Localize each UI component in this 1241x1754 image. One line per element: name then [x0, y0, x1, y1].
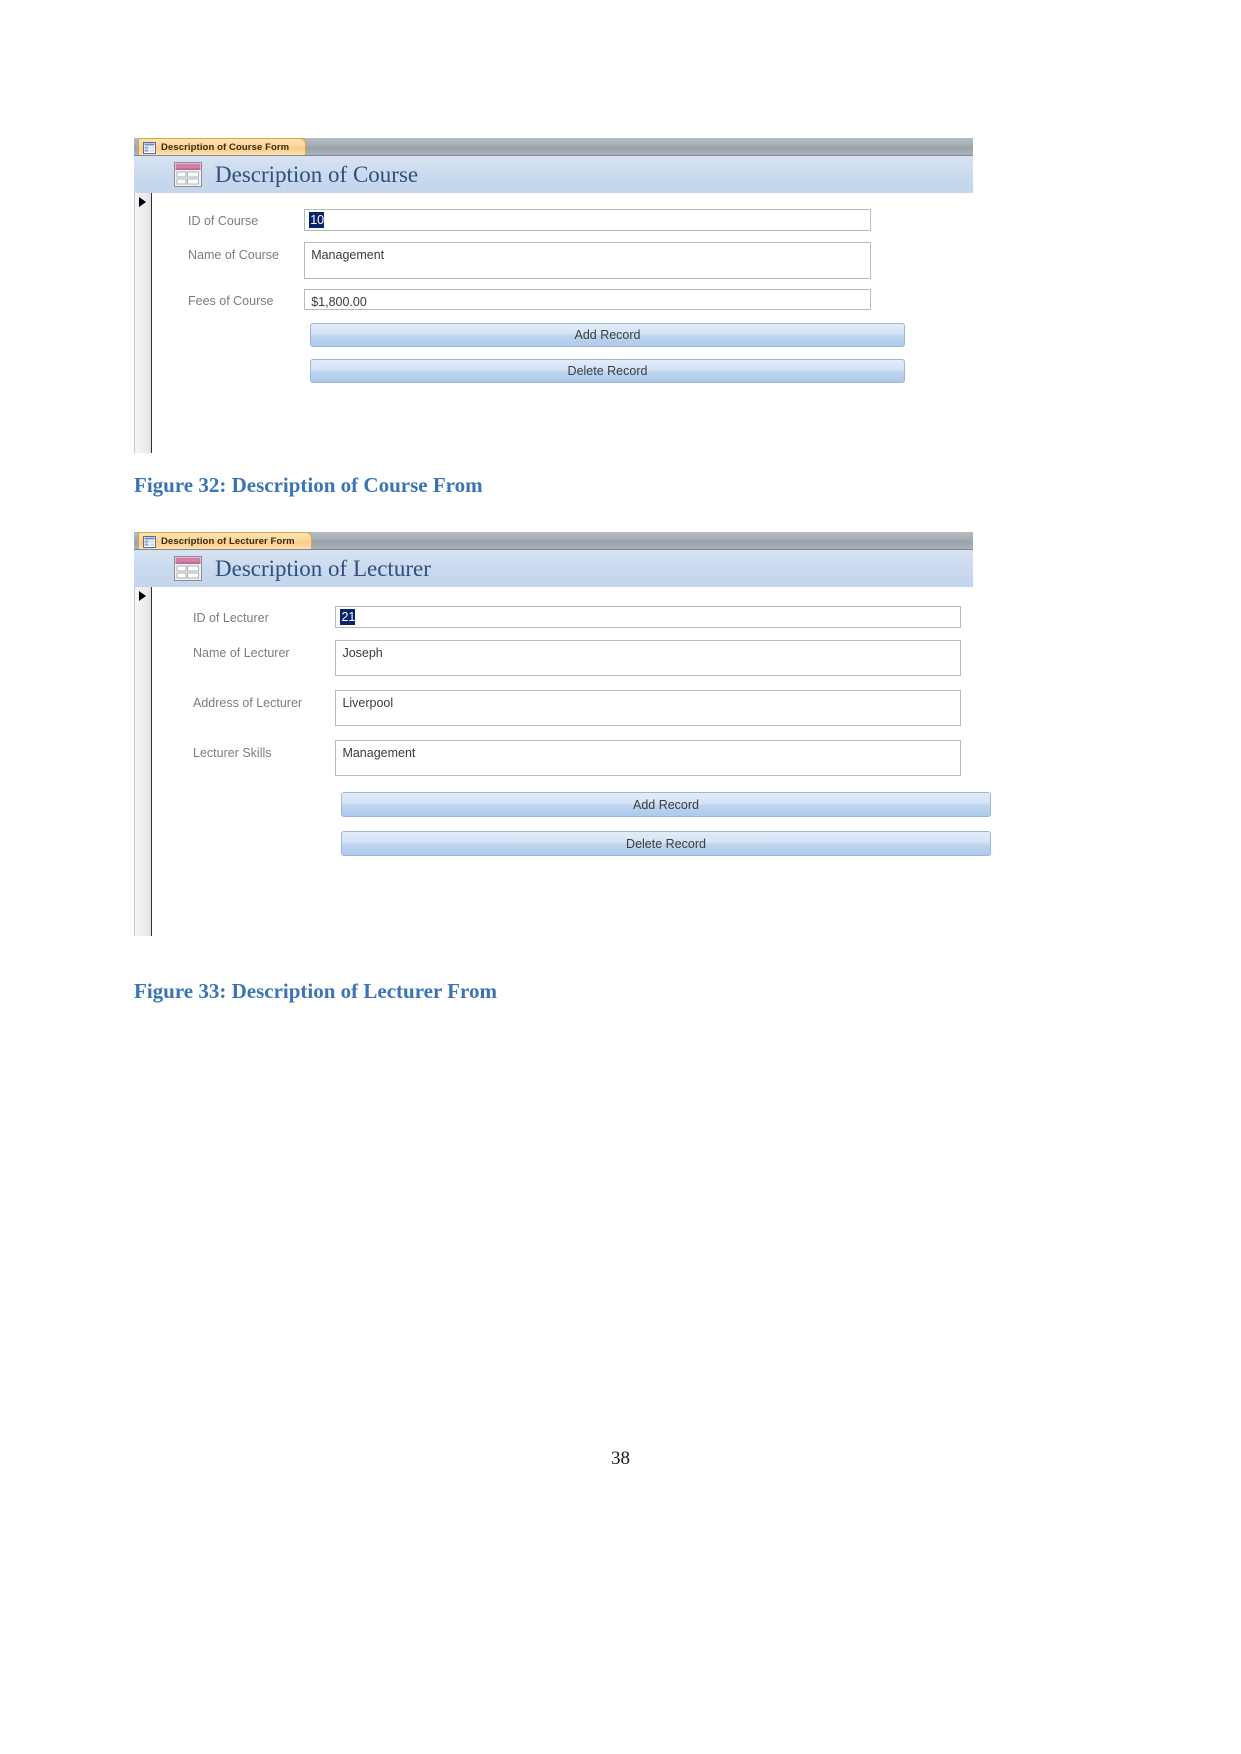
record-selector-lecturer[interactable] — [135, 587, 152, 936]
form-fields-course: ID of Course 10 Name of Course Managemen… — [151, 193, 973, 453]
form-icon — [174, 162, 202, 187]
delete-record-button[interactable]: Delete Record — [310, 359, 905, 383]
field-input-address-of-lecturer[interactable]: Liverpool — [335, 690, 961, 726]
form-title: Description of Lecturer — [215, 556, 431, 581]
form-fields-lecturer: ID of Lecturer 21 Name of Lecturer Josep… — [151, 587, 991, 936]
page-number: 38 — [611, 1448, 630, 1469]
access-form-window-lecturer: Description of Lecturer Form Description… — [134, 532, 991, 936]
record-selector-arrow-icon — [139, 591, 146, 601]
form-icon — [143, 141, 156, 154]
form-detail-area-lecturer: ID of Lecturer 21 Name of Lecturer Josep… — [134, 587, 991, 936]
field-input-lecturer-skills[interactable]: Management — [335, 740, 961, 776]
form-title: Description of Course — [215, 162, 419, 187]
field-input-name-of-lecturer[interactable]: Joseph — [335, 640, 961, 676]
field-value-id-of-course: 10 — [309, 212, 325, 228]
tab-label: Description of Course Form — [161, 141, 290, 153]
field-row-lecturer-skills: Lecturer Skills Management — [151, 740, 961, 776]
field-label-name-of-course: Name of Course — [188, 248, 280, 262]
add-record-button[interactable]: Add Record — [310, 323, 905, 347]
field-input-id-of-course[interactable]: 10 — [304, 209, 871, 231]
tab-description-of-course-form[interactable]: Description of Course Form — [138, 138, 307, 155]
field-input-name-of-course[interactable]: Management — [304, 242, 871, 279]
record-selector-course[interactable] — [135, 193, 152, 453]
tab-strip-course: Description of Course Form — [134, 138, 973, 156]
tab-description-of-lecturer-form[interactable]: Description of Lecturer Form — [138, 532, 312, 549]
field-label-id-of-lecturer: ID of Lecturer — [193, 611, 269, 625]
field-input-id-of-lecturer[interactable]: 21 — [335, 606, 961, 628]
field-row-fees-of-course: Fees of Course $1,800.00 — [151, 289, 871, 310]
field-value-id-of-lecturer: 21 — [340, 609, 356, 625]
tab-strip-lecturer: Description of Lecturer Form — [134, 532, 973, 550]
tab-label: Description of Lecturer Form — [161, 535, 295, 547]
add-record-button[interactable]: Add Record — [341, 792, 991, 817]
figure-caption-32: Figure 32: Description of Course From — [134, 473, 483, 497]
field-label-address-of-lecturer: Address of Lecturer — [193, 696, 303, 710]
field-label-fees-of-course: Fees of Course — [188, 294, 274, 308]
figure-caption-33: Figure 33: Description of Lecturer From — [134, 979, 497, 1003]
field-row-name-of-lecturer: Name of Lecturer Joseph — [151, 640, 961, 676]
form-header-course: Description of Course — [134, 156, 973, 193]
field-input-fees-of-course[interactable]: $1,800.00 — [304, 289, 871, 310]
delete-record-button[interactable]: Delete Record — [341, 831, 991, 856]
form-detail-area-course: ID of Course 10 Name of Course Managemen… — [134, 193, 973, 453]
access-form-window-course: Description of Course Form Description o… — [134, 138, 973, 453]
field-row-address-of-lecturer: Address of Lecturer Liverpool — [151, 690, 961, 726]
field-label-name-of-lecturer: Name of Lecturer — [193, 646, 290, 660]
form-icon — [143, 535, 156, 548]
record-selector-arrow-icon — [139, 197, 146, 207]
form-header-lecturer: Description of Lecturer — [134, 550, 973, 587]
field-row-name-of-course: Name of Course Management — [151, 242, 871, 279]
field-row-id-of-lecturer: ID of Lecturer 21 — [151, 606, 961, 628]
field-label-lecturer-skills: Lecturer Skills — [193, 746, 272, 760]
field-label-id-of-course: ID of Course — [188, 214, 259, 228]
field-row-id-of-course: ID of Course 10 — [151, 209, 871, 231]
form-icon — [174, 556, 202, 581]
